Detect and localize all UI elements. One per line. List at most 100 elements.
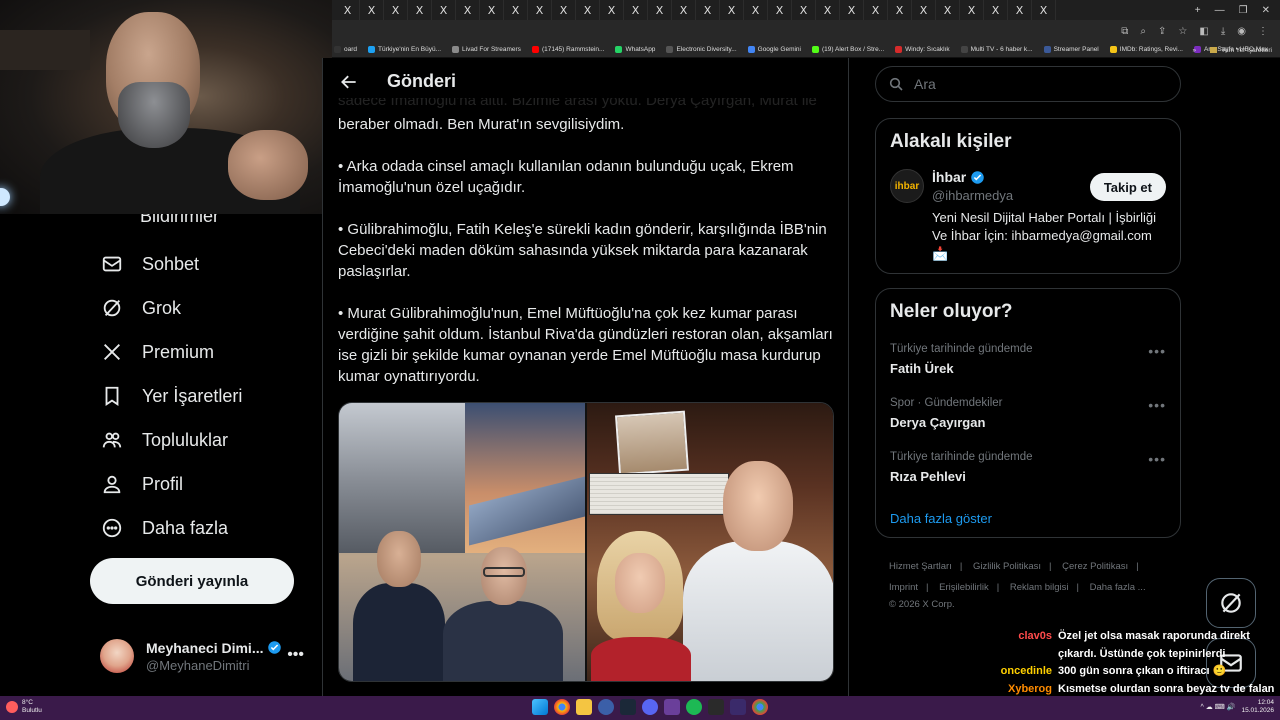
sidebar-item-bookmarks[interactable]: Yer İşaretleri bbox=[100, 374, 242, 418]
browser-tab[interactable]: X bbox=[408, 0, 432, 20]
bookmarks-more-button[interactable]: » bbox=[1192, 47, 1196, 54]
sidebar-item-grok[interactable]: Grok bbox=[100, 286, 181, 330]
account-more-icon[interactable]: ••• bbox=[287, 646, 304, 664]
bookmark-item[interactable]: Streamer Panel bbox=[1043, 46, 1099, 53]
chrome-icon[interactable] bbox=[752, 699, 768, 715]
bookmark-item[interactable]: Google Gemini bbox=[747, 46, 801, 53]
obs-icon[interactable] bbox=[598, 699, 614, 715]
cast-icon[interactable]: ⧉ bbox=[1121, 26, 1128, 37]
browser-tab[interactable]: X bbox=[960, 0, 984, 20]
bookmark-item[interactable]: (17145) Rammstein... bbox=[531, 46, 604, 53]
footer-link[interactable]: Erişilebilirlik bbox=[939, 582, 989, 593]
browser-tab[interactable]: X bbox=[672, 0, 696, 20]
bookmark-item[interactable]: (19) Alert Box / Stre... bbox=[812, 46, 884, 53]
related-person[interactable]: ihbar İhbar @ihbarmedya Yeni Nesil Dijit… bbox=[876, 153, 1180, 263]
footer-link[interactable]: Daha fazla ... bbox=[1090, 582, 1146, 593]
browser-tab[interactable]: X bbox=[624, 0, 648, 20]
browser-tab[interactable]: X bbox=[360, 0, 384, 20]
browser-tab[interactable]: X bbox=[696, 0, 720, 20]
trend-item[interactable]: Türkiye tarihinde gündemde Rıza Pehlevi … bbox=[876, 445, 1180, 499]
all-bookmarks-button[interactable]: Tüm Yer İşaretleri bbox=[1221, 47, 1272, 54]
extensions-icon[interactable]: ◧ bbox=[1199, 26, 1208, 37]
grok-fab-button[interactable] bbox=[1206, 578, 1256, 628]
minimize-button[interactable]: — bbox=[1215, 5, 1225, 16]
browser-tab[interactable]: X bbox=[840, 0, 864, 20]
browser-tab[interactable]: X bbox=[768, 0, 792, 20]
bookmark-item[interactable]: Türkiye'nin En Büyü... bbox=[368, 46, 441, 53]
bookmark-item[interactable]: Electronic Diversity... bbox=[666, 46, 737, 53]
browser-tab[interactable]: X bbox=[1032, 0, 1056, 20]
trend-more-icon[interactable]: ••• bbox=[1148, 451, 1166, 467]
footer-link[interactable]: Imprint bbox=[889, 582, 918, 593]
person-name[interactable]: İhbar bbox=[932, 169, 985, 185]
browser-tab[interactable]: X bbox=[384, 0, 408, 20]
bookmark-item[interactable]: IMDb: Ratings, Revi... bbox=[1109, 46, 1183, 53]
app-icon[interactable] bbox=[730, 699, 746, 715]
search-box[interactable] bbox=[875, 66, 1181, 102]
sidebar-item-premium[interactable]: Premium bbox=[100, 330, 214, 374]
star-icon[interactable]: ☆ bbox=[1178, 26, 1187, 37]
browser-tab[interactable]: X bbox=[936, 0, 960, 20]
sidebar-item-chat[interactable]: Sohbet bbox=[100, 242, 199, 286]
browser-tab[interactable]: X bbox=[528, 0, 552, 20]
avatar[interactable]: ihbar bbox=[890, 169, 924, 203]
browser-tab[interactable]: X bbox=[432, 0, 456, 20]
back-arrow-icon[interactable] bbox=[339, 72, 359, 92]
sidebar-item-profile[interactable]: Profil bbox=[100, 462, 183, 506]
browser-tab[interactable]: X bbox=[720, 0, 744, 20]
footer-link[interactable]: Gizlilik Politikası bbox=[973, 561, 1041, 572]
steam-icon[interactable] bbox=[620, 699, 636, 715]
follow-button[interactable]: Takip et bbox=[1089, 173, 1166, 201]
app-icon[interactable] bbox=[664, 699, 680, 715]
browser-tab[interactable]: X bbox=[816, 0, 840, 20]
epic-games-icon[interactable] bbox=[708, 699, 724, 715]
windows-start-icon[interactable] bbox=[532, 699, 548, 715]
browser-tab[interactable]: X bbox=[888, 0, 912, 20]
tray-icons[interactable]: ^ ☁ ⌨ 🔊 bbox=[1201, 703, 1236, 711]
footer-link[interactable]: Hizmet Şartları bbox=[889, 561, 952, 572]
browser-tab[interactable]: X bbox=[576, 0, 600, 20]
download-icon[interactable]: ⤓ bbox=[1221, 26, 1225, 37]
sidebar-item-communities[interactable]: Topluluklar bbox=[100, 418, 228, 462]
footer-link[interactable]: Çerez Politikası bbox=[1062, 561, 1128, 572]
profile-menu-icon[interactable]: ◉ bbox=[1237, 26, 1246, 37]
bookmark-item[interactable]: Windy: Sıcaklık bbox=[895, 46, 950, 53]
browser-tab[interactable]: X bbox=[912, 0, 936, 20]
browser-tab[interactable]: X bbox=[552, 0, 576, 20]
spotify-icon[interactable] bbox=[686, 699, 702, 715]
account-switcher[interactable]: Meyhaneci Dimi... @MeyhaneDimitri ••• bbox=[100, 634, 312, 678]
share-icon[interactable]: ⇪ bbox=[1158, 26, 1166, 37]
sidebar-item-notifications-cut[interactable]: Bildirimler bbox=[140, 214, 219, 228]
browser-tab[interactable]: X bbox=[792, 0, 816, 20]
kebab-menu-icon[interactable]: ⋮ bbox=[1258, 26, 1268, 37]
chrome-icon[interactable] bbox=[554, 699, 570, 715]
bookmark-item[interactable]: oard bbox=[334, 46, 357, 53]
search-input[interactable] bbox=[914, 76, 1154, 92]
trend-item[interactable]: Spor · Gündemdekiler Derya Çayırgan ••• bbox=[876, 391, 1180, 445]
show-more-link[interactable]: Daha fazla göster bbox=[876, 499, 1180, 540]
browser-tab[interactable]: X bbox=[336, 0, 360, 20]
post-button[interactable]: Gönderi yayınla bbox=[90, 558, 294, 604]
close-window-button[interactable]: ✕ bbox=[1262, 5, 1270, 16]
browser-tab[interactable]: X bbox=[1008, 0, 1032, 20]
browser-tab[interactable]: X bbox=[456, 0, 480, 20]
maximize-button[interactable]: ❐ bbox=[1239, 5, 1248, 16]
browser-tab[interactable]: X bbox=[600, 0, 624, 20]
bookmark-item[interactable]: Multi TV - 6 haber k... bbox=[960, 46, 1033, 53]
file-explorer-icon[interactable] bbox=[576, 699, 592, 715]
weather-widget[interactable]: 8°C Bulutlu bbox=[6, 699, 42, 715]
zoom-icon[interactable]: ⌕ bbox=[1140, 26, 1146, 37]
new-tab-button[interactable]: + bbox=[1195, 5, 1201, 16]
browser-tab[interactable]: X bbox=[984, 0, 1008, 20]
bookmark-item[interactable]: WhatsApp bbox=[615, 46, 655, 53]
trend-more-icon[interactable]: ••• bbox=[1148, 343, 1166, 359]
trend-more-icon[interactable]: ••• bbox=[1148, 397, 1166, 413]
trend-item[interactable]: Türkiye tarihinde gündemde Fatih Ürek ••… bbox=[876, 337, 1180, 391]
browser-tab[interactable]: X bbox=[648, 0, 672, 20]
post-media-image[interactable] bbox=[338, 402, 834, 682]
browser-tab[interactable]: X bbox=[504, 0, 528, 20]
discord-icon[interactable] bbox=[642, 699, 658, 715]
browser-tab[interactable]: X bbox=[480, 0, 504, 20]
clock[interactable]: 12:04 15.01.2026 bbox=[1241, 699, 1274, 715]
bookmark-item[interactable]: Livad For Streamers bbox=[452, 46, 521, 53]
